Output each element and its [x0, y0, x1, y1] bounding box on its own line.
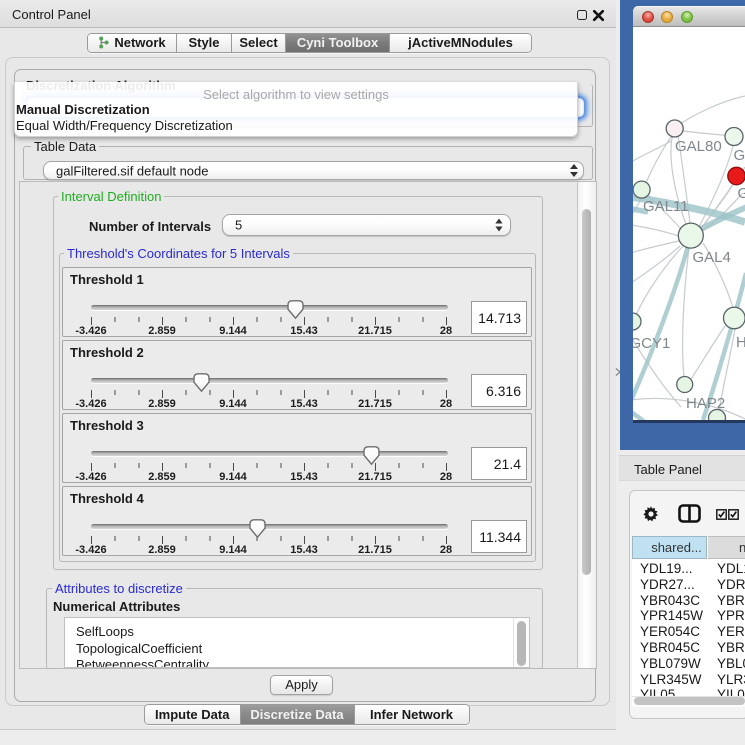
svg-text:HA: HA [736, 334, 745, 351]
svg-text:HAP2: HAP2 [686, 395, 725, 412]
svg-text:GCY1: GCY1 [633, 335, 670, 352]
svg-text:GAL: GAL [734, 147, 745, 164]
svg-text:GAL4: GAL4 [693, 249, 731, 266]
svg-text:GAL11: GAL11 [643, 198, 689, 215]
svg-text:GC: GC [738, 185, 745, 202]
svg-text:GAL80: GAL80 [675, 138, 722, 155]
